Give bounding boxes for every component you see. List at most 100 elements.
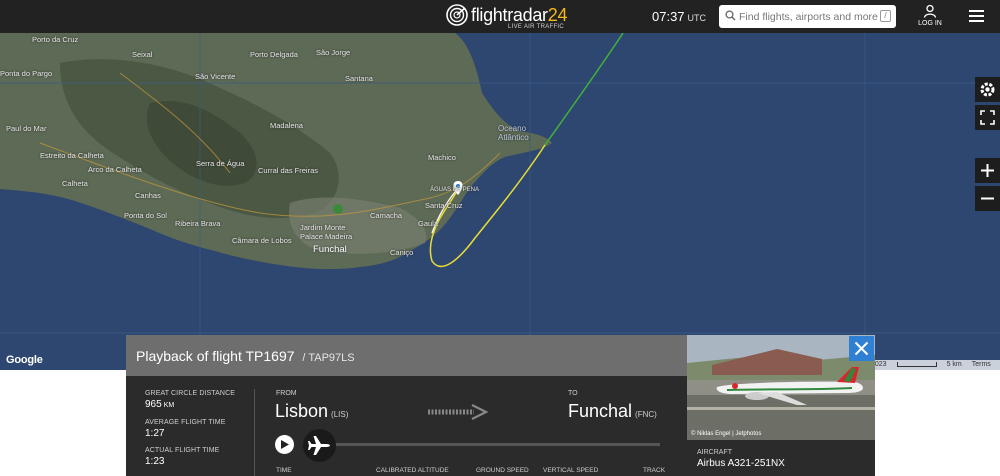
search-box[interactable]: /: [719, 5, 896, 28]
flight-callsign: / TAP97LS: [302, 352, 355, 364]
minus-icon: [981, 197, 994, 200]
destination-airport[interactable]: Funchal (FNC): [568, 401, 657, 422]
fullscreen-button[interactable]: [975, 105, 1000, 130]
photo-credit[interactable]: © Niklas Engel | Jetphotos: [691, 431, 761, 437]
map-label: Porto da Cruz: [32, 35, 79, 44]
column-ground-speed: GROUND SPEED: [476, 467, 529, 474]
actual-flight-time-value: 1:23: [145, 456, 165, 467]
playback-panel-body: GREAT CIRCLE DISTANCE 965 KM AVERAGE FLIG…: [126, 376, 687, 476]
map-label: Jardim Monte Palace Madeira: [300, 223, 353, 241]
gear-icon: [980, 82, 995, 97]
expand-icon: [980, 110, 995, 125]
playback-timeline-slider[interactable]: [324, 443, 660, 446]
map-label-ocean: Oceano Atlântico: [498, 124, 529, 142]
distance-number: 965: [145, 399, 162, 410]
map-layer: [0, 33, 1000, 370]
logo-text-main: flightradar: [471, 5, 548, 25]
great-circle-distance-label: GREAT CIRCLE DISTANCE: [145, 390, 236, 397]
to-label: TO: [568, 390, 578, 397]
column-altitude: CALIBRATED ALTITUDE: [376, 467, 449, 474]
average-flight-time-value: 1:27: [145, 428, 165, 439]
column-track: TRACK: [643, 467, 666, 474]
clock-timezone: UTC: [687, 13, 707, 23]
timeline-handle[interactable]: [303, 429, 336, 462]
map-label: Câmara de Lobos: [232, 236, 292, 245]
map-label: Camacha: [370, 211, 403, 220]
search-shortcut-key: /: [880, 10, 891, 22]
aircraft-info: AIRCRAFT Airbus A321-251NX: [687, 440, 875, 476]
column-vertical-speed: VERTICAL SPEED: [543, 467, 599, 474]
clock-time: 07:37: [652, 9, 685, 24]
actual-flight-time-label: ACTUAL FLIGHT TIME: [145, 447, 220, 454]
logo-text-number: 24: [547, 5, 568, 25]
map-label: Madalena: [270, 121, 303, 130]
play-button[interactable]: [275, 435, 294, 454]
search-icon: [725, 10, 736, 21]
map-footer: 2023 5 km Terms: [868, 360, 1000, 370]
close-icon: [854, 341, 869, 356]
aircraft-type[interactable]: Airbus A321-251NX: [697, 458, 785, 469]
top-navigation-bar: flightradar24 LIVE AIR TRAFFIC 07:37 UTC …: [0, 0, 1000, 33]
map-label: Gaula: [418, 219, 439, 228]
google-logo: Google: [6, 354, 43, 366]
average-flight-time-label: AVERAGE FLIGHT TIME: [145, 419, 226, 426]
map-scale-bar: [896, 361, 937, 367]
plus-icon: [981, 164, 994, 177]
map-scale-label: 5 km: [946, 361, 962, 368]
map-label: São Jorge: [316, 48, 351, 57]
flightradar24-logo[interactable]: flightradar24 LIVE AIR TRAFFIC: [446, 4, 567, 30]
great-circle-distance-value: 965 KM: [145, 399, 174, 410]
login-label: LOG IN: [918, 20, 942, 27]
flight-track-green: [544, 33, 624, 146]
map-label: Santa Cruz: [425, 201, 463, 210]
radar-logo-icon: [446, 4, 468, 26]
map-label: Caniço: [390, 248, 414, 257]
logo-text: flightradar24: [471, 5, 567, 26]
map-label: Ponta do Sol: [124, 211, 167, 220]
map-label: Arco da Calheta: [88, 165, 142, 174]
destination-city: Funchal: [568, 401, 633, 421]
logo-subtitle: LIVE AIR TRAFFIC: [508, 24, 565, 30]
map-label: Serra de Água: [196, 159, 245, 168]
column-time: TIME: [276, 467, 292, 474]
flight-map[interactable]: Porto da Cruz Seixal Porto Delgada São J…: [0, 33, 1000, 370]
origin-city: Lisbon: [275, 401, 329, 421]
utc-clock: 07:37 UTC: [652, 9, 706, 24]
from-label: FROM: [276, 390, 297, 397]
hamburger-menu-icon[interactable]: [969, 10, 984, 22]
map-label: Seixal: [132, 50, 153, 59]
aircraft-photo[interactable]: © Niklas Engel | Jetphotos: [687, 335, 875, 440]
playback-title-prefix: Playback of flight: [136, 348, 242, 364]
panel-divider: [254, 389, 255, 476]
map-label: Ponta do Pargo: [0, 69, 53, 78]
destination-code: (FNC): [635, 410, 657, 419]
login-button[interactable]: LOG IN: [913, 4, 947, 30]
playback-panel-header: Playback of flight TP1697 / TAP97LS: [126, 335, 687, 376]
search-input[interactable]: [739, 8, 879, 25]
map-label: Curral das Freiras: [258, 166, 319, 175]
aircraft-photo-image: [687, 335, 875, 440]
map-terms-link[interactable]: Terms: [972, 361, 991, 368]
map-label: Santana: [345, 74, 373, 83]
map-label: Estreito da Calheta: [40, 151, 104, 160]
distance-unit: KM: [163, 402, 175, 409]
airplane-icon: [308, 436, 330, 455]
map-label: Canhas: [135, 191, 161, 200]
origin-airport[interactable]: Lisbon (LIS): [275, 401, 348, 422]
map-label-funchal: Funchal: [313, 244, 347, 255]
close-playback-button[interactable]: [849, 336, 874, 361]
user-icon: [923, 4, 937, 18]
map-label: Machico: [428, 153, 456, 162]
zoom-in-button[interactable]: [975, 158, 1000, 183]
map-label: ÁGUAS DE PENA: [430, 187, 480, 193]
map-label: Calheta: [62, 179, 88, 188]
zoom-out-button[interactable]: [975, 186, 1000, 211]
aircraft-label: AIRCRAFT: [697, 449, 732, 456]
settings-button[interactable]: [975, 77, 1000, 102]
playback-title: Playback of flight TP1697 / TAP97LS: [136, 348, 355, 364]
map-label: Paul do Mar: [6, 124, 47, 133]
map-label: São Vicente: [195, 72, 236, 81]
route-arrow-icon: [428, 404, 489, 420]
map-label: Porto Delgada: [250, 50, 298, 59]
play-icon: [281, 440, 289, 449]
